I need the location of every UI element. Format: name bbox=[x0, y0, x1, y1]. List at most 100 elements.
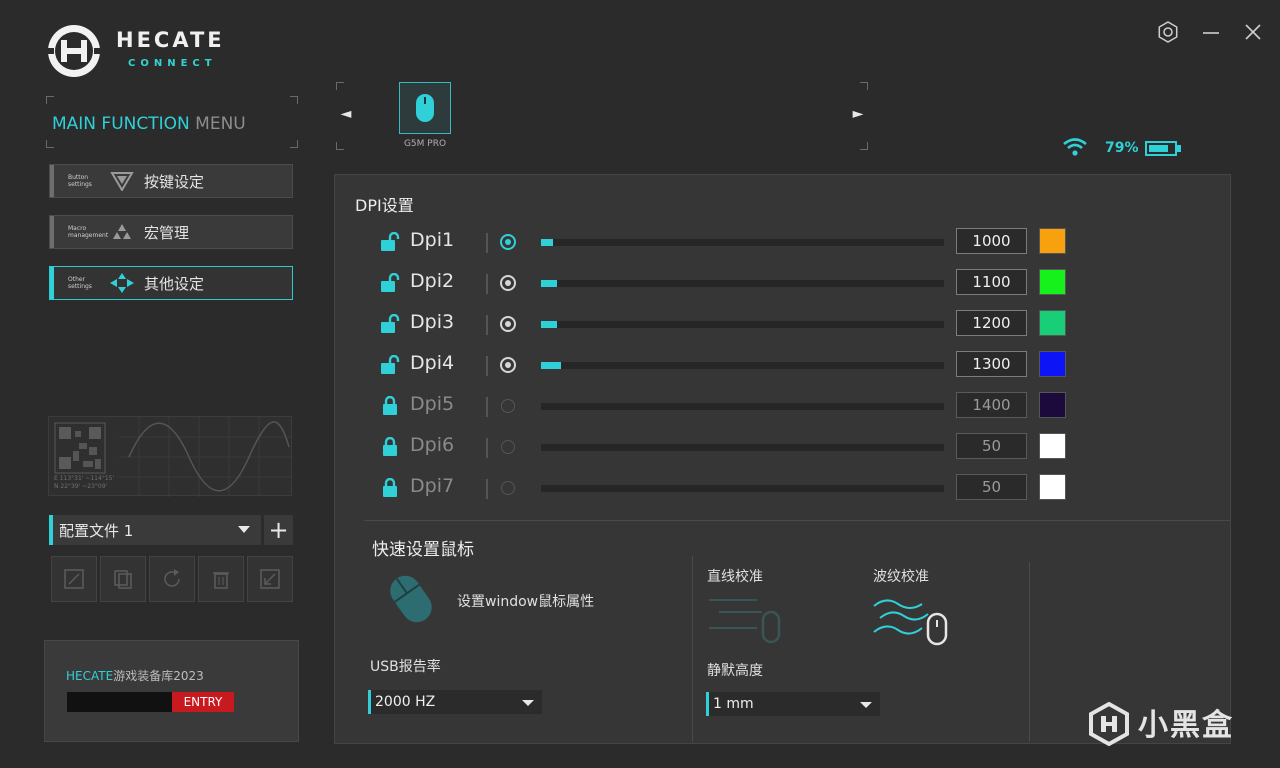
dpi-label: Dpi4 bbox=[410, 352, 455, 374]
usb-report-rate-label: USB报告率 bbox=[370, 659, 441, 675]
dpi-color-swatch[interactable] bbox=[1039, 228, 1066, 254]
ripple-calibration-button[interactable] bbox=[872, 594, 952, 648]
brand-name: HECATE bbox=[116, 28, 225, 52]
dpi-slider[interactable] bbox=[541, 444, 944, 451]
dpi-select-radio[interactable] bbox=[500, 357, 516, 373]
dpi-select-radio[interactable] bbox=[500, 275, 516, 291]
dpi-color-swatch[interactable] bbox=[1039, 351, 1066, 377]
promo-track bbox=[67, 692, 173, 712]
device-prev-button[interactable]: ◄ bbox=[336, 104, 356, 124]
dpi-slider-fill bbox=[541, 362, 562, 369]
section-divider bbox=[364, 520, 1230, 521]
copy-icon bbox=[114, 570, 132, 589]
nav-item-other-settings[interactable]: Other settings 其他设定 bbox=[49, 266, 293, 300]
dpi-select-radio[interactable] bbox=[500, 316, 516, 332]
lift-off-distance-select[interactable]: 1 mm bbox=[706, 692, 880, 716]
nav-item-button-settings[interactable]: Button settings 按键设定 bbox=[49, 164, 293, 198]
dpi-row: Dpi4 1300 bbox=[380, 349, 1080, 379]
dpi-separator bbox=[486, 397, 488, 417]
column-divider bbox=[1029, 562, 1030, 742]
device-next-button[interactable]: ► bbox=[848, 104, 868, 124]
dpi-value-input[interactable]: 1200 bbox=[956, 310, 1027, 336]
dpi-color-swatch[interactable] bbox=[1039, 433, 1066, 459]
dpi-label: Dpi3 bbox=[410, 311, 455, 333]
unlock-icon[interactable] bbox=[380, 272, 402, 293]
windows-mouse-settings-button[interactable] bbox=[380, 568, 442, 630]
coordinates-text: E 113°31' ~114°15' N 22°39' ~23°09' bbox=[54, 475, 115, 490]
mouse-icon bbox=[416, 94, 434, 122]
lock-icon[interactable] bbox=[380, 436, 402, 457]
diamond-arrows-icon bbox=[108, 272, 136, 294]
close-button[interactable] bbox=[1240, 20, 1266, 44]
copy-button[interactable] bbox=[100, 556, 146, 602]
chevron-down-icon bbox=[238, 526, 250, 533]
dpi-value-input[interactable]: 1000 bbox=[956, 228, 1027, 254]
dpi-separator bbox=[486, 438, 488, 458]
import-button[interactable] bbox=[247, 556, 293, 602]
hecate-logo-icon bbox=[46, 25, 102, 77]
dpi-value-input[interactable]: 1100 bbox=[956, 269, 1027, 295]
unlock-icon[interactable] bbox=[380, 313, 402, 334]
dpi-row: Dpi3 1200 bbox=[380, 308, 1080, 338]
import-icon bbox=[260, 569, 280, 589]
usb-report-rate-select[interactable]: 2000 HZ bbox=[368, 690, 542, 714]
dpi-slider-fill bbox=[541, 321, 558, 328]
dpi-select-radio[interactable] bbox=[501, 440, 515, 454]
entry-button[interactable]: ENTRY bbox=[172, 692, 234, 712]
trash-icon bbox=[213, 572, 229, 589]
dpi-slider-fill bbox=[541, 239, 554, 246]
lock-icon[interactable] bbox=[380, 477, 402, 498]
dpi-select-radio[interactable] bbox=[501, 481, 515, 495]
nav-item-label: 其他设定 bbox=[144, 274, 205, 293]
profile-select[interactable]: 配置文件 1 bbox=[49, 515, 261, 545]
nav-item-en-label: Other settings bbox=[68, 276, 92, 290]
nav-item-macro-management[interactable]: Macro management 宏管理 bbox=[49, 215, 293, 249]
wifi-icon bbox=[1063, 138, 1087, 156]
quick-setup-title: 快速设置鼠标 bbox=[372, 540, 474, 560]
dpi-color-swatch[interactable] bbox=[1039, 269, 1066, 295]
lift-off-distance-label: 静默高度 bbox=[707, 663, 763, 679]
promo-title: HECATE游戏装备库2023 bbox=[66, 669, 204, 683]
straight-calibration-button[interactable] bbox=[707, 594, 787, 648]
dpi-separator bbox=[486, 479, 488, 499]
reset-button[interactable] bbox=[149, 556, 195, 602]
dpi-value-input[interactable]: 50 bbox=[956, 474, 1027, 500]
dpi-slider[interactable] bbox=[541, 362, 944, 369]
dpi-select-radio[interactable] bbox=[501, 399, 515, 413]
straight-line-mouse-icon bbox=[709, 599, 781, 644]
windows-mouse-label: 设置window鼠标属性 bbox=[457, 594, 595, 610]
unlock-icon[interactable] bbox=[380, 354, 402, 375]
export-button[interactable] bbox=[51, 556, 97, 602]
column-divider bbox=[692, 556, 693, 742]
triangle-flag-icon bbox=[108, 171, 136, 191]
dpi-slider[interactable] bbox=[541, 321, 944, 328]
dpi-value-input[interactable]: 1300 bbox=[956, 351, 1027, 377]
settings-button[interactable] bbox=[1155, 20, 1181, 44]
xiaoheihe-logo-icon bbox=[1089, 702, 1129, 746]
delete-button[interactable] bbox=[198, 556, 244, 602]
device-tile[interactable] bbox=[399, 82, 451, 134]
dpi-slider[interactable] bbox=[541, 239, 944, 246]
triangle-stack-icon bbox=[108, 222, 136, 242]
dpi-slider-fill bbox=[541, 280, 558, 287]
dpi-select-radio[interactable] bbox=[500, 234, 516, 250]
nav-item-en-label: Button settings bbox=[68, 174, 92, 188]
dpi-slider[interactable] bbox=[541, 280, 944, 287]
add-profile-button[interactable]: + bbox=[264, 515, 293, 545]
dpi-color-swatch[interactable] bbox=[1039, 474, 1066, 500]
dpi-slider[interactable] bbox=[541, 403, 944, 410]
gear-icon bbox=[1158, 21, 1178, 43]
minimize-button[interactable] bbox=[1198, 20, 1224, 44]
nav-item-label: 按键设定 bbox=[144, 172, 205, 191]
dpi-value-input[interactable]: 50 bbox=[956, 433, 1027, 459]
ripple-calibration-label: 波纹校准 bbox=[873, 569, 929, 585]
dpi-separator bbox=[486, 315, 488, 335]
dpi-color-swatch[interactable] bbox=[1039, 392, 1066, 418]
promo-panel bbox=[44, 640, 299, 742]
dpi-slider[interactable] bbox=[541, 485, 944, 492]
dpi-value-input[interactable]: 1400 bbox=[956, 392, 1027, 418]
lock-icon[interactable] bbox=[380, 395, 402, 416]
dpi-row: Dpi5 1400 bbox=[380, 390, 1080, 420]
dpi-color-swatch[interactable] bbox=[1039, 310, 1066, 336]
unlock-icon[interactable] bbox=[380, 231, 402, 252]
